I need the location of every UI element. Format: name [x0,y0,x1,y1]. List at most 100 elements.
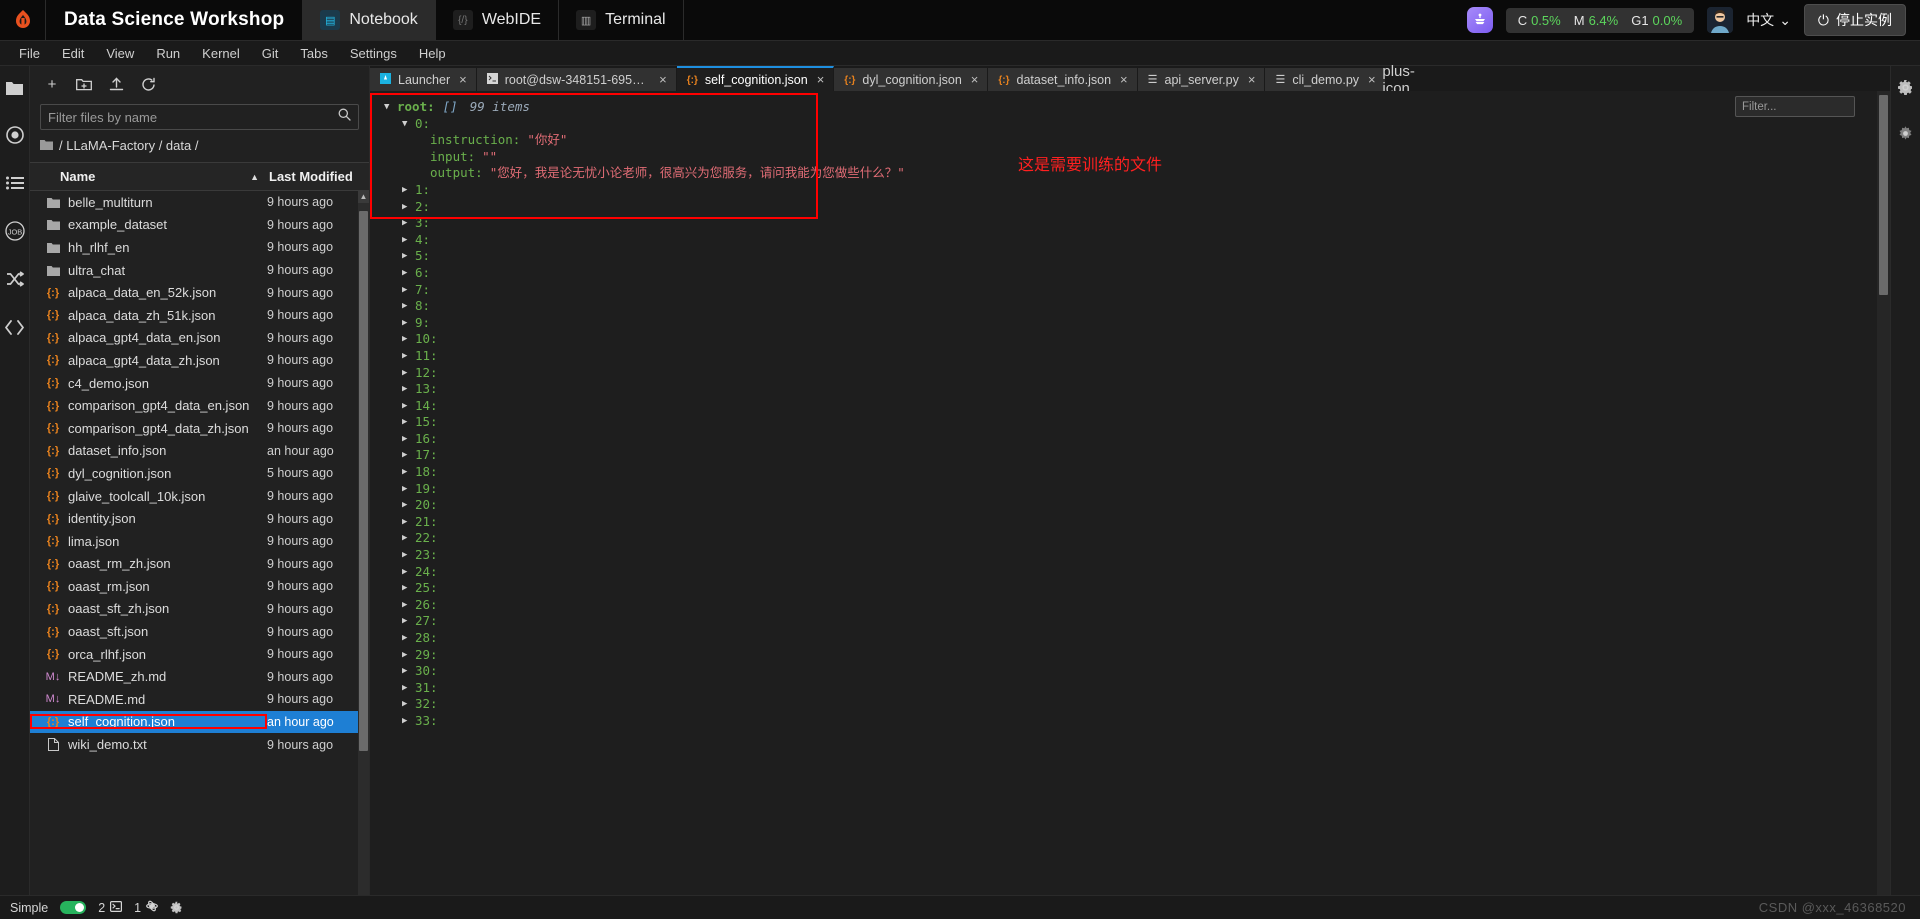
table-row[interactable]: {:} oaast_rm_zh.json 9 hours ago [30,553,369,576]
simple-mode-toggle[interactable] [60,901,87,914]
json-collapsed-item[interactable]: ▶ 14: [402,398,1877,415]
json-collapsed-item[interactable]: ▶ 16: [402,431,1877,448]
settings-status-icon[interactable] [170,901,183,914]
json-collapsed-item[interactable]: ▶ 23: [402,547,1877,564]
upload-button[interactable] [102,71,130,97]
collapse-caret-icon[interactable]: ▶ [402,365,415,382]
collapse-caret-icon[interactable]: ▶ [402,713,415,730]
table-row[interactable]: M↓ README_zh.md 9 hours ago [30,665,369,688]
collapse-caret-icon[interactable]: ▶ [402,613,415,630]
json-collapsed-item[interactable]: ▶ 25: [402,580,1877,597]
expand-caret-icon[interactable]: ▼ [402,116,415,133]
editor-scrollbar[interactable] [1877,91,1890,919]
collapse-caret-icon[interactable]: ▶ [402,398,415,415]
collapse-caret-icon[interactable]: ▶ [402,381,415,398]
table-row[interactable]: {:} glaive_toolcall_10k.json 9 hours ago [30,485,369,508]
json-collapsed-item[interactable]: ▶ 8: [402,298,1877,315]
sidebar-item-git[interactable] [4,268,26,290]
collapse-caret-icon[interactable]: ▶ [402,580,415,597]
tab-self-cognition-json[interactable]: {:} self_cognition.json × [676,66,835,91]
collapse-caret-icon[interactable]: ▶ [402,696,415,713]
json-collapsed-item[interactable]: ▶ 29: [402,647,1877,664]
editor-scroll-thumb[interactable] [1879,95,1888,295]
json-collapsed-item[interactable]: ▶ 15: [402,414,1877,431]
collapse-caret-icon[interactable]: ▶ [402,248,415,265]
json-collapsed-item[interactable]: ▶ 17: [402,447,1877,464]
collapse-caret-icon[interactable]: ▶ [402,597,415,614]
close-icon[interactable]: × [459,72,467,87]
table-row[interactable]: {:} alpaca_data_zh_51k.json 9 hours ago [30,304,369,327]
collapse-caret-icon[interactable]: ▶ [402,447,415,464]
scroll-thumb[interactable] [359,211,368,751]
ai-assistant-icon[interactable] [1466,7,1493,33]
json-filter-box[interactable] [1735,96,1890,117]
table-row[interactable]: {:} comparison_gpt4_data_zh.json 9 hours a… [30,417,369,440]
file-filter-box[interactable] [40,104,359,130]
json-collapsed-item[interactable]: ▶ 19: [402,481,1877,498]
json-collapsed-item[interactable]: ▶ 2: [402,199,1877,216]
menu-item-git[interactable]: Git [251,41,290,66]
table-row[interactable]: wiki_demo.txt 9 hours ago [30,733,369,756]
collapse-caret-icon[interactable]: ▶ [402,547,415,564]
collapse-caret-icon[interactable]: ▶ [402,215,415,232]
collapse-caret-icon[interactable]: ▶ [402,630,415,647]
json-collapsed-item[interactable]: ▶ 22: [402,530,1877,547]
close-icon[interactable]: × [817,72,825,87]
gear-icon[interactable] [1895,76,1917,98]
table-row[interactable]: {:} self_cognition.json an hour ago [30,710,369,734]
table-row[interactable]: {:} alpaca_gpt4_data_en.json 9 hours ago [30,327,369,350]
refresh-button[interactable] [134,71,162,97]
json-collapsed-item[interactable]: ▶ 11: [402,348,1877,365]
breadcrumb[interactable]: / LLaMA-Factory / data / [30,138,369,162]
file-list-scrollbar[interactable]: ▲ ▼ [358,191,369,919]
collapse-caret-icon[interactable]: ▶ [402,182,415,199]
json-collapsed-item[interactable]: ▶ 24: [402,564,1877,581]
table-row[interactable]: {:} oaast_rm.json 9 hours ago [30,575,369,598]
column-header-modified[interactable]: Last Modified [267,169,369,184]
json-collapsed-item[interactable]: ▶ 7: [402,282,1877,299]
sidebar-item-extensions[interactable] [4,316,26,338]
collapse-caret-icon[interactable]: ▶ [402,431,415,448]
table-row[interactable]: {:} oaast_sft.json 9 hours ago [30,620,369,643]
menu-item-help[interactable]: Help [408,41,457,66]
table-row[interactable]: M↓ README.md 9 hours ago [30,688,369,711]
table-row[interactable]: hh_rlhf_en 9 hours ago [30,236,369,259]
json-root-line[interactable]: ▼ root: [] 99 items [384,99,1877,116]
scroll-up-arrow[interactable]: ▲ [358,191,369,203]
json-collapsed-item[interactable]: ▶ 28: [402,630,1877,647]
json-collapsed-item[interactable]: ▶ 6: [402,265,1877,282]
menu-item-tabs[interactable]: Tabs [289,41,338,66]
user-avatar[interactable] [1707,7,1734,33]
close-icon[interactable]: × [659,72,667,87]
close-icon[interactable]: × [1368,72,1376,87]
json-collapsed-item[interactable]: ▶ 30: [402,663,1877,680]
terminals-status[interactable]: 2 [98,901,123,915]
sidebar-item-running-kernels[interactable] [4,124,26,146]
collapse-caret-icon[interactable]: ▶ [402,680,415,697]
collapse-caret-icon[interactable]: ▶ [402,530,415,547]
menu-item-view[interactable]: View [95,41,145,66]
json-collapsed-item[interactable]: ▶ 12: [402,365,1877,382]
table-row[interactable]: {:} comparison_gpt4_data_en.json 9 hours a… [30,394,369,417]
collapse-caret-icon[interactable]: ▶ [402,265,415,282]
sidebar-item-file-browser[interactable] [4,76,26,98]
app-tab-terminal[interactable]: ▥ Terminal [559,0,684,40]
table-row[interactable]: belle_multiturn 9 hours ago [30,191,369,214]
json-collapsed-item[interactable]: ▶ 20: [402,497,1877,514]
table-row[interactable]: {:} dataset_info.json an hour ago [30,440,369,463]
search-input[interactable] [48,109,338,125]
json-collapsed-item[interactable]: ▶ 13: [402,381,1877,398]
collapse-caret-icon[interactable]: ▶ [402,481,415,498]
json-collapsed-item[interactable]: ▶ 18: [402,464,1877,481]
column-header-name[interactable]: Name ▲ [30,169,267,184]
collapse-caret-icon[interactable]: ▶ [402,331,415,348]
tab-cli-demo-py[interactable]: ☰ cli_demo.py × [1265,68,1386,91]
app-tab-notebook[interactable]: ▤ Notebook [303,0,436,40]
collapse-caret-icon[interactable]: ▶ [402,564,415,581]
tab-dyl-cognition-json[interactable]: {:} dyl_cognition.json × [834,68,989,91]
collapse-caret-icon[interactable]: ▶ [402,199,415,216]
json-collapsed-item[interactable]: ▶ 26: [402,597,1877,614]
collapse-caret-icon[interactable]: ▶ [402,647,415,664]
tab-api-server-py[interactable]: ☰ api_server.py × [1137,68,1266,91]
new-folder-button[interactable] [70,71,98,97]
